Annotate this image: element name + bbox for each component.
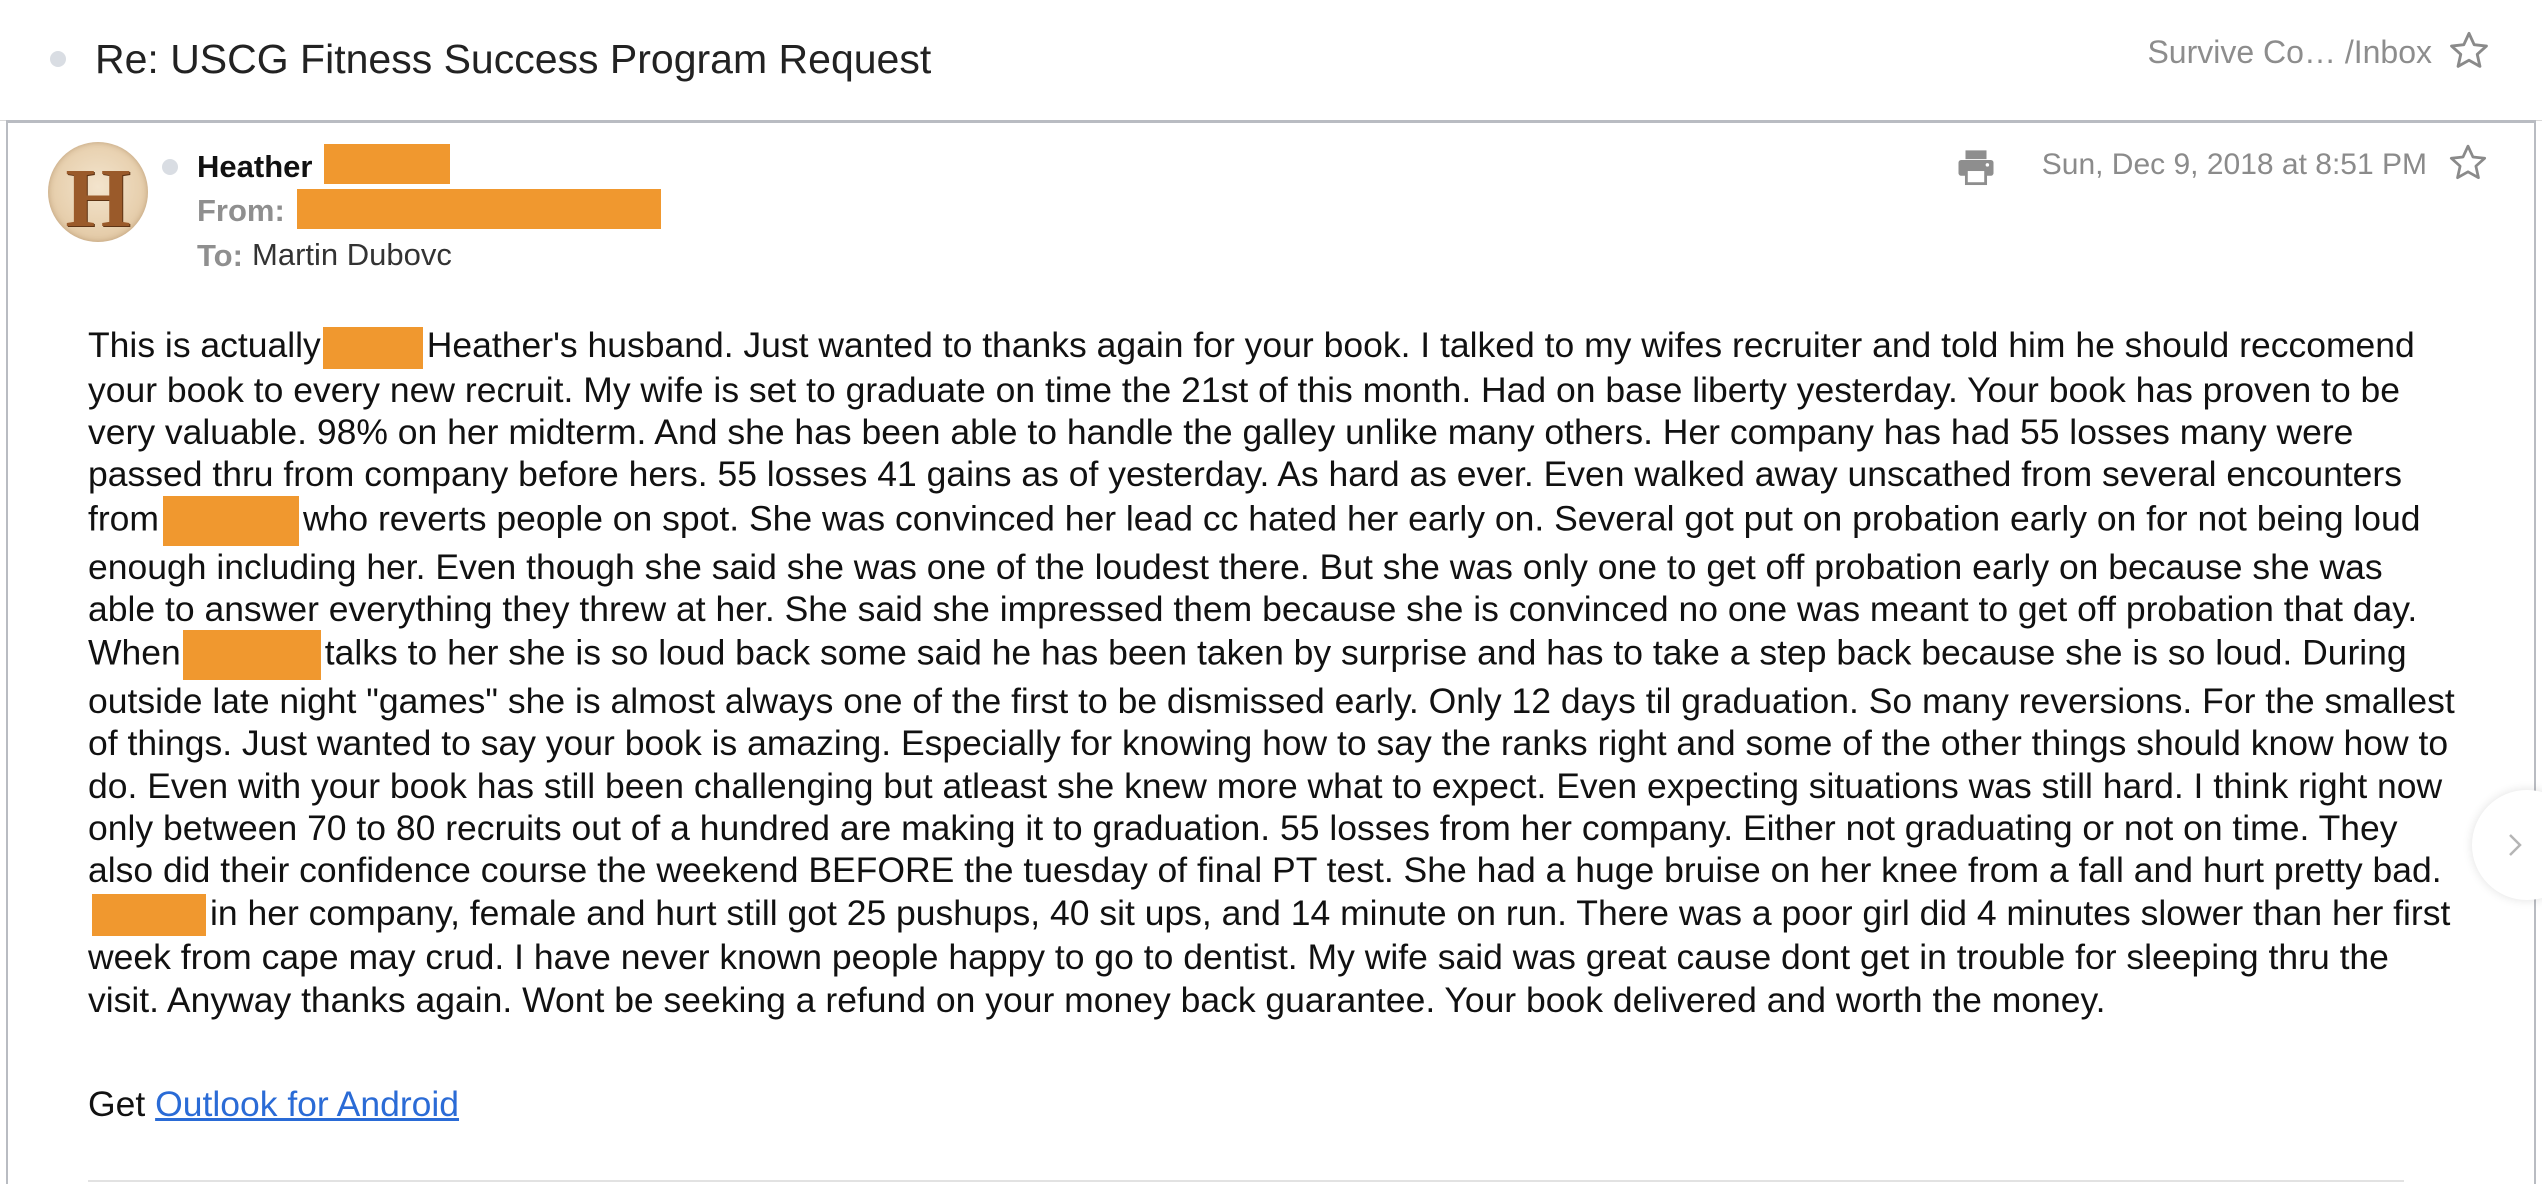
- chevron-right-icon: [2509, 834, 2522, 856]
- redaction-name: [182, 630, 321, 681]
- outlook-android-link[interactable]: Outlook for Android: [155, 1084, 459, 1124]
- body-text-part: in her company, female and hurt still go…: [88, 892, 2451, 1020]
- star-outline-icon[interactable]: [2446, 28, 2492, 74]
- message-body: This is actually Heather's husband. Just …: [88, 324, 2458, 1021]
- body-text-part: This is actually: [88, 325, 321, 365]
- body-text-part: talks to her she is so loud back some sa…: [88, 632, 2455, 891]
- message-date: Sun, Dec 9, 2018 at 8:51 PM: [2041, 148, 2427, 181]
- star-outline-icon[interactable]: [2446, 141, 2490, 185]
- redaction-name: [163, 495, 299, 546]
- sender-name[interactable]: Heather: [197, 149, 312, 185]
- signature-prefix: Get: [88, 1084, 146, 1124]
- printer-icon[interactable]: [1954, 146, 1998, 188]
- folder-path[interactable]: Survive Co… /Inbox: [2147, 34, 2432, 71]
- redaction-name: [92, 894, 206, 937]
- subject-header: Re: USCG Fitness Success Program Request…: [0, 0, 2542, 121]
- email-subject: Re: USCG Fitness Success Program Request: [95, 36, 932, 82]
- to-label: To:: [197, 238, 243, 273]
- redaction-from-address: [297, 189, 661, 229]
- sender-status-dot: [162, 159, 178, 175]
- unread-indicator[interactable]: [50, 51, 66, 67]
- redaction-name: [322, 326, 423, 369]
- sender-first-name: Heather: [197, 149, 313, 184]
- to-recipient[interactable]: Martin Dubovc: [252, 237, 452, 273]
- from-label: From:: [197, 193, 285, 228]
- signature: Get Outlook for Android: [88, 1084, 459, 1125]
- divider: [88, 1180, 2404, 1182]
- avatar-letter: H: [65, 152, 131, 242]
- redaction-sender-lastname: [324, 144, 450, 184]
- avatar[interactable]: H: [48, 142, 148, 242]
